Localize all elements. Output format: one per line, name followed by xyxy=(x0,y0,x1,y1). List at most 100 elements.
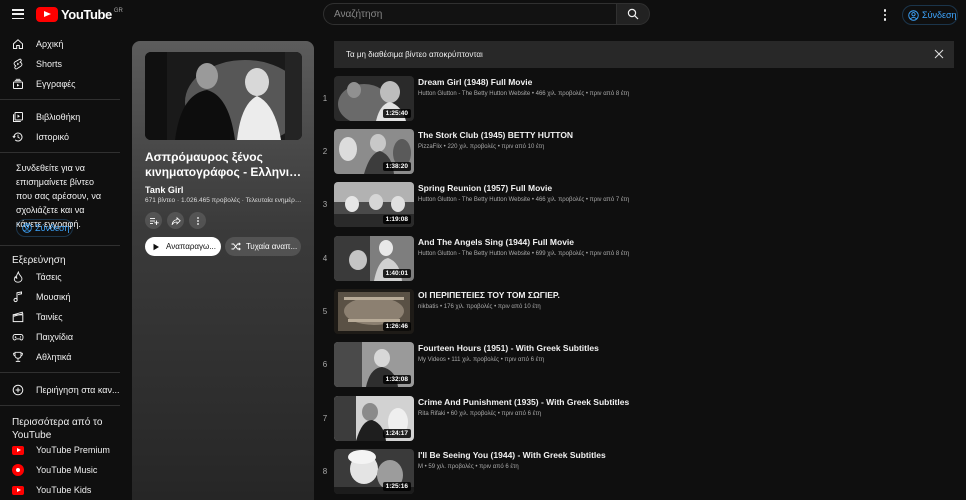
sidebar-item-home[interactable]: Αρχική xyxy=(0,34,120,54)
video-title[interactable]: ΟΙ ΠΕΡΙΠΕΤΕΙΕΣ ΤΟΥ ΤΟΜ ΣΩΓΙΕΡ. xyxy=(418,290,560,300)
playlist-video-row[interactable]: 7 1:24:17 Crime And Punishment (1935) - … xyxy=(318,396,958,446)
video-duration: 1:32:08 xyxy=(382,375,411,384)
history-icon xyxy=(12,131,24,143)
video-title[interactable]: Crime And Punishment (1935) - With Greek… xyxy=(418,397,629,407)
sidebar-item-label: Παιχνίδια xyxy=(36,332,74,342)
shuffle-button[interactable]: Τυχαία αναπ... xyxy=(225,237,301,256)
video-duration: 1:26:46 xyxy=(382,322,411,331)
playlist-video-row[interactable]: 1 1:25:40 Dream Girl (1948) Full Movie H… xyxy=(318,76,958,126)
play-all-button[interactable]: Αναπαραγω... xyxy=(145,237,221,256)
sidebar-item-movies[interactable]: Ταινίες xyxy=(0,307,120,327)
shorts-icon xyxy=(12,58,24,70)
sidebar-item-sports[interactable]: Αθλητικά xyxy=(0,347,120,367)
save-playlist-button[interactable] xyxy=(145,212,162,229)
video-thumbnail[interactable]: 1:38:20 xyxy=(334,129,414,174)
video-meta: PizzaFlix • 220 χιλ. προβολές • πριν από… xyxy=(418,144,545,150)
video-title[interactable]: Fourteen Hours (1951) - With Greek Subti… xyxy=(418,343,599,353)
sidebar-item-youtube-music[interactable]: YouTube Music xyxy=(0,460,120,480)
video-thumbnail[interactable]: 1:19:08 xyxy=(334,182,414,227)
close-icon[interactable] xyxy=(934,49,944,59)
search-bar xyxy=(323,3,650,25)
video-title[interactable]: The Stork Club (1945) BETTY HUTTON xyxy=(418,130,573,140)
search-icon xyxy=(627,8,639,20)
video-index: 6 xyxy=(322,360,328,369)
sidebar-divider xyxy=(0,99,120,100)
play-all-label: Αναπαραγω... xyxy=(166,242,216,251)
video-title[interactable]: Spring Reunion (1957) Full Movie xyxy=(418,183,552,193)
playlist-video-row[interactable]: 3 1:19:08 Spring Reunion (1957) Full Mov… xyxy=(318,182,958,232)
playlist-title-line1: Ασπρόμαυρος ξένος xyxy=(145,150,263,164)
sidebar-item-gaming[interactable]: Παιχνίδια xyxy=(0,327,120,347)
video-thumbnail[interactable]: 1:40:01 xyxy=(334,236,414,281)
sidebar-signin-button[interactable]: Σύνδεση xyxy=(16,219,73,237)
youtube-logo[interactable]: YouTube GR xyxy=(36,7,123,22)
sidebar-item-library[interactable]: Βιβλιοθήκη xyxy=(0,107,120,127)
playlist-thumbnail-image xyxy=(145,52,302,140)
more-actions-button[interactable] xyxy=(189,212,206,229)
sidebar-divider xyxy=(0,152,120,153)
video-index: 8 xyxy=(322,467,328,476)
more-vert-icon xyxy=(196,216,199,225)
playlist-video-row[interactable]: 8 1:25:16 I'll Be Seeing You (1944) - Wi… xyxy=(318,449,958,499)
sidebar-item-label: Αρχική xyxy=(36,39,64,49)
sidebar-item-subscriptions[interactable]: Εγγραφές xyxy=(0,74,120,94)
video-title[interactable]: I'll Be Seeing You (1944) - With Greek S… xyxy=(418,450,606,460)
playlist-owner[interactable]: Tank Girl xyxy=(145,185,183,195)
playlist-thumbnail[interactable] xyxy=(145,52,302,140)
video-duration: 1:25:40 xyxy=(382,109,411,118)
account-icon xyxy=(908,9,919,21)
video-duration: 1:38:20 xyxy=(382,162,411,171)
playlist-video-row[interactable]: 6 1:32:08 Fourteen Hours (1951) - With G… xyxy=(318,342,958,392)
logo-text: YouTube xyxy=(61,7,112,22)
sidebar-item-shorts[interactable]: Shorts xyxy=(0,54,120,74)
sidebar-divider xyxy=(0,372,120,373)
account-icon xyxy=(22,223,32,233)
video-meta: Hutton Glutton - The Betty Hutton Websit… xyxy=(418,251,630,257)
search-input[interactable] xyxy=(323,3,616,25)
video-thumbnail[interactable]: 1:25:16 xyxy=(334,449,414,494)
video-duration: 1:24:17 xyxy=(382,429,411,438)
gaming-icon xyxy=(12,331,24,343)
sidebar-item-browse-channels[interactable]: Περιήγηση στα καν... xyxy=(0,380,120,400)
video-index: 2 xyxy=(322,147,328,156)
playlist-video-row[interactable]: 5 1:26:46 ΟΙ ΠΕΡΙΠΕΤΕΙΕΣ ΤΟΥ ΤΟΜ ΣΩΓΙΕΡ.… xyxy=(318,289,958,339)
sidebar-item-label: YouTube Kids xyxy=(36,485,92,495)
video-title[interactable]: Dream Girl (1948) Full Movie xyxy=(418,77,532,87)
playlist-video-row[interactable]: 2 1:38:20 The Stork Club (1945) BETTY HU… xyxy=(318,129,958,179)
playlist-title: Ασπρόμαυρος ξένος κινηματογράφος - Ελλην… xyxy=(145,150,305,180)
menu-icon[interactable] xyxy=(12,9,24,19)
settings-more-icon[interactable] xyxy=(880,7,890,23)
playlist-video-row[interactable]: 4 1:40:01 And The Angels Sing (1944) Ful… xyxy=(318,236,958,286)
search-button[interactable] xyxy=(616,3,650,25)
explore-heading: Εξερεύνηση xyxy=(12,255,66,266)
sidebar-item-youtube-premium[interactable]: YouTube Premium xyxy=(0,440,120,460)
youtube-premium-icon xyxy=(12,444,24,456)
video-title[interactable]: And The Angels Sing (1944) Full Movie xyxy=(418,237,574,247)
sidebar-divider xyxy=(0,405,120,406)
video-thumbnail[interactable]: 1:32:08 xyxy=(334,342,414,387)
video-index: 4 xyxy=(322,254,328,263)
playlist-title-line2: κινηματογράφος - Ελληνικοί... xyxy=(145,165,305,179)
sidebar: Αρχική Shorts Εγγραφές Βιβλιοθήκη Ιστορι… xyxy=(0,30,120,500)
video-thumbnail[interactable]: 1:24:17 xyxy=(334,396,414,441)
sidebar-item-label: Ιστορικό xyxy=(36,132,70,142)
sidebar-item-trending[interactable]: Τάσεις xyxy=(0,267,120,287)
share-button[interactable] xyxy=(167,212,184,229)
subscriptions-icon xyxy=(12,78,24,90)
video-thumbnail[interactable]: 1:25:40 xyxy=(334,76,414,121)
play-icon xyxy=(153,243,159,250)
playlist-header-panel: Ασπρόμαυρος ξένος κινηματογράφος - Ελλην… xyxy=(132,41,314,500)
video-duration: 1:19:08 xyxy=(382,215,411,224)
sidebar-item-history[interactable]: Ιστορικό xyxy=(0,127,120,147)
signin-button[interactable]: Σύνδεση xyxy=(902,5,958,25)
sidebar-item-music[interactable]: Μουσική xyxy=(0,287,120,307)
video-meta: Hutton Glutton - The Betty Hutton Websit… xyxy=(418,197,630,203)
sidebar-item-youtube-kids[interactable]: YouTube Kids xyxy=(0,480,120,500)
signin-label: Σύνδεση xyxy=(35,223,70,233)
shuffle-icon xyxy=(231,242,241,251)
sidebar-item-label: Τάσεις xyxy=(36,272,62,282)
video-index: 5 xyxy=(322,307,328,316)
video-meta: Hutton Glutton - The Betty Hutton Websit… xyxy=(418,91,630,97)
video-thumbnail[interactable]: 1:26:46 xyxy=(334,289,414,334)
playlist-add-icon xyxy=(149,217,159,225)
